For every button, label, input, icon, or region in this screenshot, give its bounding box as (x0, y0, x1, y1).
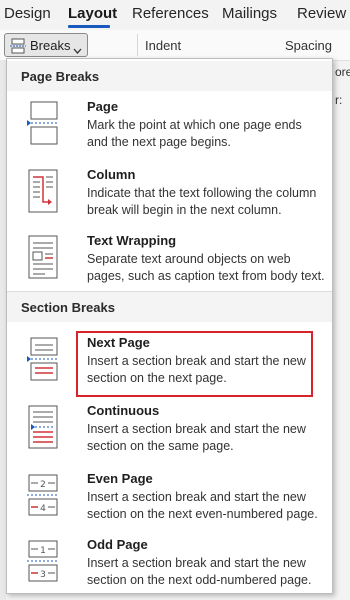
item-description: Indicate that the text following the col… (87, 186, 317, 217)
odd-page-icon: 1 3 (25, 539, 61, 583)
item-title: Even Page (87, 471, 153, 486)
menu-item-odd-page[interactable]: 1 3 Odd Page Insert a section break and … (7, 537, 332, 587)
svg-text:4: 4 (40, 504, 46, 514)
page-break-icon (25, 101, 61, 145)
menu-item-text-wrapping[interactable]: Text Wrapping Separate text around objec… (7, 233, 332, 283)
svg-text:1: 1 (40, 546, 46, 556)
item-description: Separate text around objects on web page… (87, 252, 325, 283)
svg-text:2: 2 (40, 480, 46, 490)
tab-layout[interactable]: Layout (68, 5, 117, 22)
background-text: r: (335, 93, 343, 107)
column-break-icon (25, 169, 61, 213)
item-title: Page (87, 99, 119, 114)
next-page-icon (25, 337, 61, 381)
item-title: Column (87, 167, 136, 182)
item-title: Continuous (87, 403, 160, 418)
item-description: Insert a section break and start the new… (87, 422, 306, 453)
menu-item-column[interactable]: Column Indicate that the text following … (7, 167, 332, 217)
tab-mailings[interactable]: Mailings (222, 5, 277, 22)
page-breaks-header: Page Breaks (7, 61, 332, 91)
svg-text:3: 3 (40, 570, 46, 580)
menu-item-even-page[interactable]: 2 4 Even Page Insert a section break and… (7, 471, 332, 521)
item-description: Insert a section break and start the new… (87, 556, 312, 587)
menu-item-continuous[interactable]: Continuous Insert a section break and st… (7, 403, 332, 453)
breaks-dropdown-menu: Page Breaks Page Mark the point at which… (6, 58, 333, 594)
even-page-icon: 2 4 (25, 473, 61, 517)
chevron-down-icon (73, 42, 82, 57)
tab-design[interactable]: Design (4, 5, 51, 22)
text-wrapping-icon (25, 235, 61, 279)
item-description: Insert a section break and start the new… (87, 490, 318, 521)
ribbon-bar: Breaks Indent Spacing (0, 30, 350, 61)
section-breaks-header: Section Breaks (7, 292, 332, 322)
indent-label: Indent (145, 38, 182, 53)
highlight-box (76, 331, 313, 397)
background-text: ore (335, 65, 350, 79)
breaks-label: Breaks (30, 38, 71, 53)
active-tab-indicator (68, 25, 110, 28)
item-title: Text Wrapping (87, 233, 177, 248)
menu-item-page[interactable]: Page Mark the point at which one page en… (7, 99, 332, 149)
item-title: Odd Page (87, 537, 148, 552)
continuous-icon (25, 405, 61, 449)
tab-references[interactable]: References (132, 5, 209, 22)
ribbon-separator (137, 34, 138, 56)
breaks-icon (10, 38, 26, 57)
breaks-button[interactable]: Breaks (4, 33, 88, 57)
spacing-label: Spacing (285, 38, 332, 53)
tab-review[interactable]: Review (297, 5, 346, 22)
item-description: Mark the point at which one page ends an… (87, 118, 302, 149)
ribbon-tabs: Design Layout References Mailings Review (0, 0, 350, 30)
